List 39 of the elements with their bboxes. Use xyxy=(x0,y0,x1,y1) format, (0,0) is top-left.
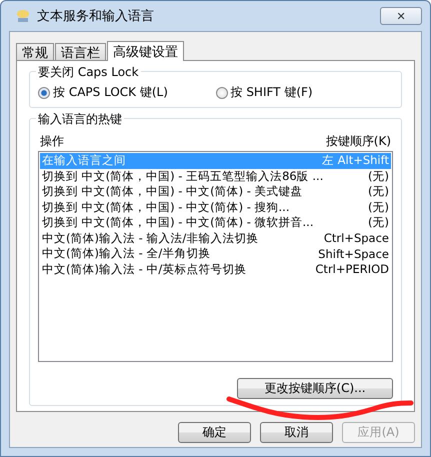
keys-cell: Shift+Space xyxy=(318,246,389,261)
hotkey-row[interactable]: 切换到 中文(简体，中国) - 王码五笔型输入法86版 ... (无) xyxy=(40,168,391,184)
action-cell: 中文(简体)输入法 - 全/半角切换 xyxy=(42,246,210,262)
hotkey-row[interactable]: 切换到 中文(简体，中国) - 中文(简体) - 美式键盘 (无) xyxy=(40,184,391,200)
keys-cell: 左 Alt+Shift xyxy=(322,153,389,168)
hotkey-row[interactable]: 中文(简体)输入法 - 全/半角切换 Shift+Space xyxy=(40,246,391,262)
action-cell: 切换到 中文(简体，中国) - 中文(简体) - 搜狗... xyxy=(42,200,290,215)
keys-cell: (无) xyxy=(368,168,389,184)
hotkey-row[interactable]: 切换到 中文(简体，中国) - 中文(简体) - 微软拼音... (无) xyxy=(40,215,391,230)
radio-label[interactable]: 按 SHIFT 键(F) xyxy=(230,84,313,101)
group-title: 要关闭 Caps Lock xyxy=(36,64,141,81)
change-key-sequence-button[interactable]: 更改按键顺序(C)... xyxy=(237,378,393,399)
column-header: 操作 xyxy=(40,133,64,150)
close-button[interactable]: ✕ xyxy=(380,7,422,25)
window-title: 文本服务和输入语言 xyxy=(37,8,154,25)
hotkey-row[interactable]: 中文(简体)输入法 - 中/英标点符号切换 Ctrl+PERIOD xyxy=(40,262,391,277)
action-cell: 中文(简体)输入法 - 中/英标点符号切换 xyxy=(42,262,246,277)
tab[interactable]: 常规 xyxy=(16,43,54,60)
dialog-button[interactable]: 确定 xyxy=(178,422,251,443)
tab[interactable]: 高级键设置 xyxy=(107,41,184,61)
keys-cell: (无) xyxy=(368,215,389,230)
action-cell: 中文(简体)输入法 - 输入法/非输入法切换 xyxy=(42,230,258,246)
action-cell: 在输入语言之间 xyxy=(42,153,126,168)
keys-cell: (无) xyxy=(368,184,389,200)
hotkey-row[interactable]: 切换到 中文(简体，中国) - 中文(简体) - 搜狗... (无) xyxy=(40,200,391,215)
column-header: 按键顺序(K) xyxy=(326,133,391,150)
dialog-button[interactable]: 取消 xyxy=(260,422,333,443)
hotkey-row[interactable]: 中文(简体)输入法 - 输入法/非输入法切换 Ctrl+Space xyxy=(40,230,391,246)
action-cell: 切换到 中文(简体，中国) - 中文(简体) - 美式键盘 xyxy=(42,184,303,200)
radio-button[interactable] xyxy=(216,86,228,98)
keys-cell: Ctrl+PERIOD xyxy=(315,262,389,276)
action-cell: 切换到 中文(简体，中国) - 王码五笔型输入法86版 ... xyxy=(42,168,324,184)
keys-cell: (无) xyxy=(368,200,389,215)
group-title: 输入语言的热键 xyxy=(36,111,124,128)
keys-cell: Ctrl+Space xyxy=(324,231,389,246)
action-cell: 切换到 中文(简体，中国) - 中文(简体) - 微软拼音... xyxy=(42,215,314,230)
radio-label[interactable]: 按 CAPS LOCK 键(L) xyxy=(53,84,168,101)
radio-button[interactable] xyxy=(38,86,50,98)
tab[interactable]: 语言栏 xyxy=(55,43,106,60)
